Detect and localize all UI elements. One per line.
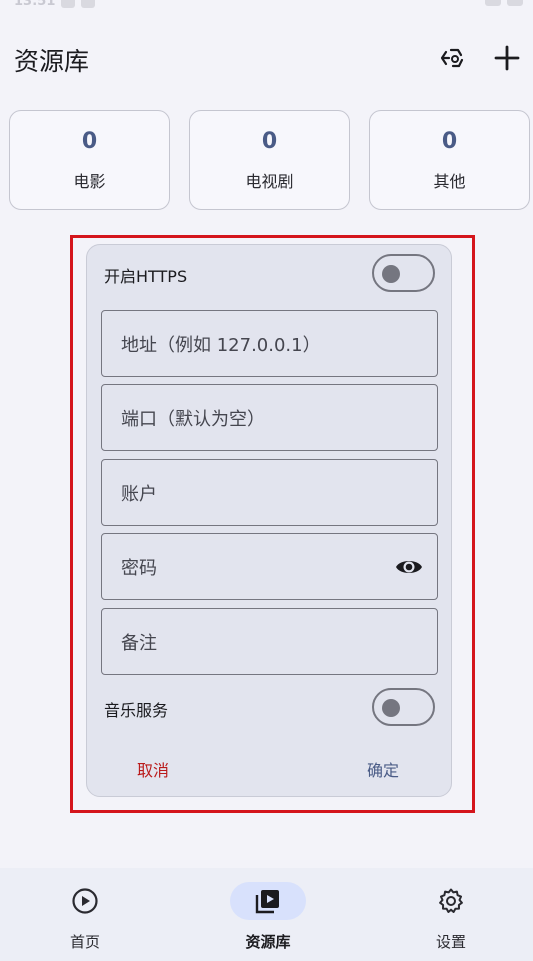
video-library-icon bbox=[255, 890, 279, 914]
stat-card-other[interactable]: 0 其他 bbox=[369, 110, 530, 210]
status-time: 13:51 bbox=[14, 0, 56, 9]
port-field[interactable]: 端口（默认为空） bbox=[101, 384, 438, 451]
status-bar: 13:51 bbox=[0, 0, 533, 12]
nav-label-home: 首页 bbox=[69, 933, 100, 951]
https-label: 开启HTTPS bbox=[104, 267, 188, 286]
address-placeholder: 地址（例如 127.0.0.1） bbox=[121, 334, 321, 356]
battery-icon bbox=[507, 0, 523, 6]
nav-icon-wrap bbox=[413, 882, 489, 920]
music-service-toggle[interactable] bbox=[372, 688, 435, 726]
stat-count: 0 bbox=[261, 129, 278, 154]
stat-card-movies[interactable]: 0 电影 bbox=[9, 110, 170, 210]
stat-card-tv[interactable]: 0 电视剧 bbox=[189, 110, 350, 210]
wifi-icon bbox=[485, 0, 501, 6]
stat-label: 其他 bbox=[433, 172, 466, 191]
cancel-button[interactable]: 取消 bbox=[137, 757, 169, 781]
password-field[interactable]: 密码 bbox=[101, 533, 438, 600]
notification-icon bbox=[81, 0, 96, 8]
music-service-label: 音乐服务 bbox=[104, 701, 169, 720]
stat-label: 电视剧 bbox=[245, 172, 294, 191]
stat-label: 电影 bbox=[73, 172, 106, 191]
stat-count: 0 bbox=[441, 129, 458, 154]
toggle-knob bbox=[382, 699, 400, 717]
stats-row: 0 电影 0 电视剧 0 其他 bbox=[9, 110, 530, 210]
address-field[interactable]: 地址（例如 127.0.0.1） bbox=[101, 310, 438, 377]
account-field[interactable]: 账户 bbox=[101, 459, 438, 526]
play-circle-icon bbox=[72, 888, 98, 914]
toggle-knob bbox=[382, 265, 400, 283]
account-placeholder: 账户 bbox=[121, 483, 157, 505]
nav-item-settings[interactable]: 设置 bbox=[391, 868, 511, 961]
notification-icon bbox=[61, 0, 76, 8]
password-placeholder: 密码 bbox=[121, 557, 157, 579]
https-toggle[interactable] bbox=[372, 254, 435, 292]
nav-icon-wrap bbox=[47, 882, 123, 920]
eye-icon[interactable] bbox=[395, 555, 423, 584]
nav-icon-wrap bbox=[230, 882, 306, 920]
note-placeholder: 备注 bbox=[121, 632, 157, 654]
nav-label-library: 资源库 bbox=[245, 933, 291, 951]
nav-item-home[interactable]: 首页 bbox=[25, 868, 145, 961]
port-placeholder: 端口（默认为空） bbox=[121, 408, 265, 430]
confirm-button[interactable]: 确定 bbox=[367, 757, 399, 781]
add-icon bbox=[494, 45, 520, 71]
note-field[interactable]: 备注 bbox=[101, 608, 438, 675]
page-title: 资源库 bbox=[14, 47, 90, 76]
sync-button[interactable] bbox=[433, 40, 469, 76]
nav-label-settings: 设置 bbox=[435, 933, 466, 951]
bottom-nav: 首页 资源库 设置 bbox=[0, 868, 533, 961]
nav-item-library[interactable]: 资源库 bbox=[208, 868, 328, 961]
gear-icon bbox=[439, 888, 463, 913]
add-button[interactable] bbox=[489, 40, 525, 76]
sync-icon bbox=[440, 48, 464, 68]
server-config-dialog: 开启HTTPS 地址（例如 127.0.0.1） 端口（默认为空） 账户 密码 … bbox=[86, 244, 452, 797]
top-actions bbox=[433, 40, 525, 76]
stat-count: 0 bbox=[81, 129, 98, 154]
